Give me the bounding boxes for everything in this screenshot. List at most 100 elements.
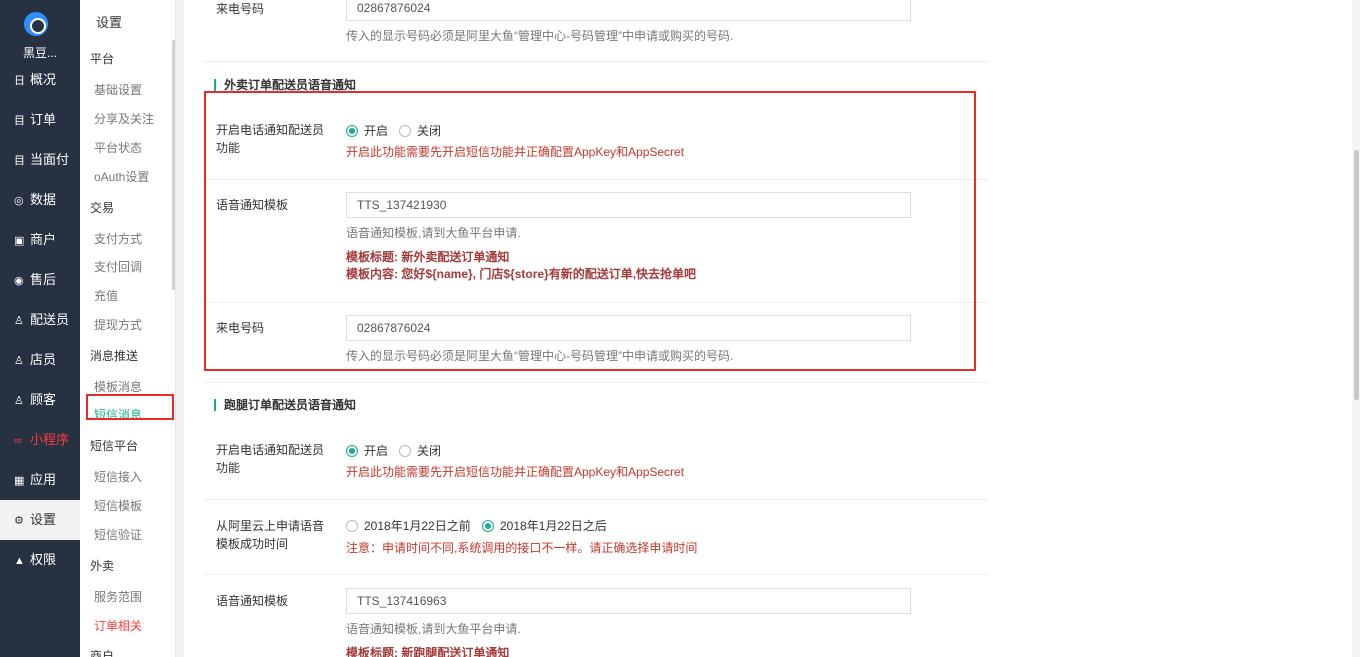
nav-label: 应用 — [30, 472, 57, 487]
errand-enable-label: 开启电话通知配送员功能 — [216, 443, 325, 475]
nav-label: 数据 — [30, 192, 57, 207]
errand-enable-help: 开启此功能需要先开启短信功能并正确配置AppKey和AppSecret — [346, 465, 685, 479]
sub-item-oauth[interactable]: oAuth设置 — [94, 168, 149, 185]
sub-item-paycallback[interactable]: 支付回调 — [94, 258, 142, 275]
nav-apps[interactable]: ▦ 应用 — [0, 460, 80, 500]
secondary-sidebar: 设置 平台 基础设置 分享及关注 平台状态 oAuth设置 交易 支付方式 支付… — [80, 0, 176, 657]
primary-sidebar: 黑豆... 日概况 目订单 目当面付 ◎ 数据 ▣ 商户 ◉ 售后 ♙ 配送员 ♙ 店员 … — [0, 0, 80, 657]
errand-time-before-radio[interactable]: 2018年1月22日之前 — [346, 517, 471, 534]
radio-checked-icon — [346, 444, 358, 457]
sub-item-orderrel[interactable]: 订单相关 — [94, 617, 142, 634]
sub-item-basic[interactable]: 基础设置 — [94, 81, 142, 98]
user-icon: ♙ — [14, 355, 24, 367]
nav-label: 小程序 — [30, 432, 70, 447]
section-errand-voice-title: 跑腿订单配送员语音通知 — [214, 399, 356, 411]
main-scrollbar[interactable] — [1352, 0, 1360, 657]
errand-time-help: 注意：申请时间不同,系统调用的接口不一样。请正确选择申请时间 — [346, 541, 698, 555]
nav-label: 设置 — [30, 512, 57, 527]
highlight-box-takeout-section — [204, 91, 976, 371]
sub-group-platform: 平台 — [90, 52, 115, 66]
top-phone-help: 传入的显示号码必须是阿里大鱼“管理中心-号码管理”中申请或购买的号码. — [346, 29, 734, 43]
apps-icon: ▦ — [14, 475, 25, 487]
gear-icon: ⚙ — [14, 515, 24, 527]
errand-tpl-title: 模板标题: 新跑腿配送订单通知 — [346, 646, 510, 657]
errand-enable-off-radio[interactable]: 关闭 — [399, 442, 441, 459]
list-icon: 目 — [14, 115, 25, 127]
top-phone-input[interactable]: 02867876024 — [346, 0, 911, 21]
sub-group-sms: 短信平台 — [90, 439, 139, 453]
chart-icon: ◎ — [14, 195, 24, 207]
errand-tpl-input[interactable]: TTS_137416963 — [346, 588, 911, 614]
brand-name: 黑豆... — [22, 46, 57, 60]
app: 黑豆... 日概况 目订单 目当面付 ◎ 数据 ▣ 商户 ◉ 售后 ♙ 配送员 ♙ 店员 … — [0, 0, 1360, 657]
radio-label: 关闭 — [417, 444, 442, 458]
divider — [204, 574, 988, 575]
nav-label: 配送员 — [30, 312, 70, 327]
sub-group-takeout: 外卖 — [90, 559, 115, 573]
nav-courier[interactable]: ♙ 配送员 — [0, 300, 80, 340]
radio-label: 2018年1月22日之后 — [500, 519, 607, 533]
list-icon: 目 — [14, 155, 25, 167]
radio-checked-icon — [482, 519, 494, 532]
nav-customer[interactable]: ♙ 顾客 — [0, 380, 80, 420]
nav-label: 权限 — [30, 552, 57, 567]
radio-unchecked-icon — [399, 444, 411, 457]
sub-item-status[interactable]: 平台状态 — [94, 139, 142, 156]
radio-label: 2018年1月22日之前 — [364, 519, 471, 533]
nav-label: 商户 — [30, 232, 57, 247]
divider — [204, 382, 988, 383]
sub-item-withdraw[interactable]: 提现方式 — [94, 316, 142, 333]
nav-label: 当面付 — [30, 152, 70, 167]
section-takeout-voice-title: 外卖订单配送员语音通知 — [214, 79, 356, 91]
errand-time-after-radio[interactable]: 2018年1月22日之后 — [482, 517, 607, 534]
nav-orders[interactable]: 目订单 — [0, 100, 80, 140]
errand-tpl-label: 语音通知模板 — [216, 594, 289, 608]
sub-sidebar-title: 设置 — [96, 15, 123, 30]
errand-time-label: 从阿里云上申请语音模板成功时间 — [216, 519, 325, 551]
sub-item-recharge[interactable]: 充值 — [94, 287, 118, 304]
sub-item-paymethod[interactable]: 支付方式 — [94, 230, 142, 247]
nav-label: 概况 — [30, 72, 57, 87]
sub-item-range[interactable]: 服务范围 — [94, 588, 142, 605]
divider — [204, 61, 988, 62]
service-icon: ◉ — [14, 275, 24, 287]
user-icon: ♙ — [14, 395, 24, 407]
sub-item-smsverify[interactable]: 短信验证 — [94, 526, 142, 543]
user-icon: ♙ — [14, 315, 24, 327]
nav-label: 订单 — [30, 112, 57, 127]
nav-face-pay[interactable]: 目当面付 — [0, 140, 80, 180]
nav-after-sales[interactable]: ◉ 售后 — [0, 260, 80, 300]
nav-settings[interactable]: ⚙ 设置 — [0, 500, 80, 540]
nav-permissions[interactable]: ▲ 权限 — [0, 540, 80, 580]
main-content: 来电号码 02867876024 传入的显示号码必须是阿里大鱼“管理中心-号码管… — [184, 0, 1352, 657]
sub-group-msg: 消息推送 — [90, 349, 139, 363]
nav-merchant[interactable]: ▣ 商户 — [0, 220, 80, 260]
sub-item-share[interactable]: 分享及关注 — [94, 110, 154, 127]
lock-icon: ▲ — [14, 555, 25, 567]
nav-label: 售后 — [30, 272, 57, 287]
nav-overview[interactable]: 日概况 — [0, 60, 80, 100]
sub-group-trade: 交易 — [90, 201, 115, 215]
mini-program-icon: ∞ — [14, 435, 22, 447]
brand-logo-icon[interactable] — [24, 12, 48, 36]
sub-item-smstpl[interactable]: 短信模板 — [94, 497, 142, 514]
store-icon: ▣ — [14, 235, 25, 247]
dashboard-icon: 日 — [14, 75, 25, 87]
sub-item-tplmsg[interactable]: 模板消息 — [94, 378, 142, 395]
sub-group-merchant: 商户 — [90, 649, 115, 657]
errand-enable-on-radio[interactable]: 开启 — [346, 442, 388, 459]
divider — [204, 499, 988, 500]
sub-sidebar-scrollbar[interactable] — [172, 40, 175, 290]
top-phone-label: 来电号码 — [216, 2, 265, 16]
nav-clerk[interactable]: ♙ 店员 — [0, 340, 80, 380]
sub-item-smsin[interactable]: 短信接入 — [94, 468, 142, 485]
nav-mini-program[interactable]: ∞ 小程序 — [0, 420, 80, 460]
scrollbar-thumb[interactable] — [1354, 150, 1359, 400]
nav-label: 顾客 — [30, 392, 57, 407]
radio-unchecked-icon — [346, 519, 358, 532]
errand-tpl-help: 语音通知模板,请到大鱼平台申请. — [346, 622, 521, 636]
nav-data[interactable]: ◎ 数据 — [0, 180, 80, 220]
highlight-box-sms-message — [86, 394, 174, 420]
nav-label: 店员 — [30, 352, 57, 367]
radio-label: 开启 — [364, 444, 389, 458]
